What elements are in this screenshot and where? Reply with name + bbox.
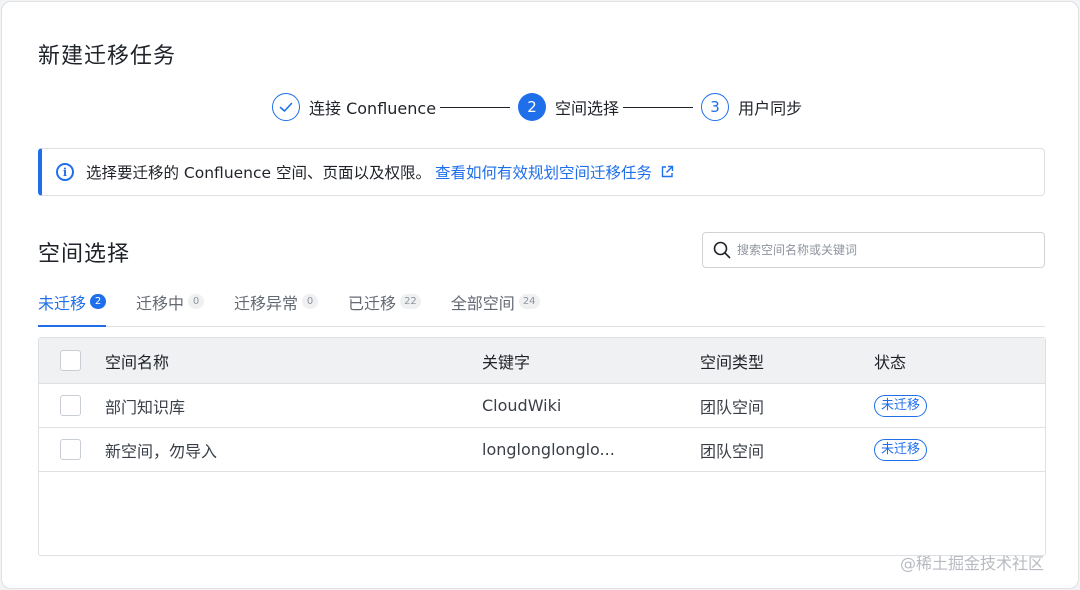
step-connector (623, 106, 694, 108)
external-link-icon[interactable] (660, 165, 674, 179)
help-link[interactable]: 查看如何有效规划空间迁移任务 (435, 161, 652, 183)
tab-label: 全部空间 (450, 294, 515, 313)
section-title: 空间选择 (38, 242, 131, 267)
check-icon (272, 93, 300, 121)
page-title: 新建迁移任务 (38, 44, 177, 69)
tab-migrating[interactable]: 迁移中 0 (136, 288, 205, 326)
step-label: 空间选择 (555, 99, 620, 118)
tab-label: 迁移异常 (234, 294, 299, 313)
step-user-sync[interactable]: 3 用户同步 (701, 93, 802, 121)
tab-migration-error[interactable]: 迁移异常 0 (234, 288, 319, 326)
step-label: 连接 Confluence (309, 99, 437, 118)
search-box[interactable] (702, 232, 1045, 268)
select-all-checkbox[interactable] (60, 350, 81, 371)
tab-label: 已迁移 (348, 294, 397, 313)
table-row[interactable]: 部门知识库 CloudWiki 团队空间 未迁移 (39, 384, 1045, 428)
column-header-status: 状态 (874, 352, 907, 372)
space-key: CloudWiki (482, 396, 562, 415)
tab-count-badge: 24 (518, 294, 540, 309)
table-row[interactable]: 新空间，勿导入 longlonglonglo... 团队空间 未迁移 (39, 428, 1045, 472)
tab-count-badge: 0 (188, 294, 205, 309)
tab-not-migrated[interactable]: 未迁移 2 (38, 288, 107, 327)
status-tabs: 未迁移 2 迁移中 0 迁移异常 0 已迁移 22 全部空间 24 (38, 288, 1045, 327)
step-space-select[interactable]: 2 空间选择 (518, 93, 619, 121)
tab-label: 迁移中 (136, 294, 185, 313)
migration-card: 新建迁移任务 连接 Confluence 2 空间选择 3 用户同步 i 选择要… (1, 1, 1079, 589)
space-name: 部门知识库 (105, 397, 186, 417)
space-key: longlonglonglo... (482, 440, 615, 459)
column-header-name: 空间名称 (105, 352, 170, 372)
stepper: 连接 Confluence 2 空间选择 3 用户同步 (272, 92, 802, 122)
tab-count-badge: 0 (302, 294, 319, 309)
tab-all-spaces[interactable]: 全部空间 24 (451, 288, 540, 326)
tab-count-badge: 2 (90, 294, 107, 309)
step-connect[interactable]: 连接 Confluence (272, 93, 436, 121)
row-checkbox[interactable] (60, 439, 81, 460)
status-badge: 未迁移 (874, 395, 928, 417)
status-badge: 未迁移 (874, 439, 928, 461)
space-type: 团队空间 (700, 441, 765, 461)
info-banner: i 选择要迁移的 Confluence 空间、页面以及权限。 查看如何有效规划空… (38, 148, 1045, 196)
space-type: 团队空间 (700, 397, 765, 417)
step-label: 用户同步 (738, 99, 803, 118)
step-number: 3 (701, 93, 730, 121)
column-header-type: 空间类型 (700, 352, 765, 372)
spaces-table: 空间名称 关键字 空间类型 状态 部门知识库 CloudWiki 团队空间 未迁… (38, 337, 1046, 556)
info-icon: i (56, 163, 74, 181)
column-header-key: 关键字 (482, 352, 531, 372)
banner-text: 选择要迁移的 Confluence 空间、页面以及权限。 (86, 164, 431, 182)
row-checkbox[interactable] (60, 395, 81, 416)
table-header: 空间名称 关键字 空间类型 状态 (39, 338, 1045, 384)
tab-label: 未迁移 (38, 294, 87, 313)
tab-count-badge: 22 (400, 294, 421, 309)
step-connector (440, 106, 511, 108)
space-name: 新空间，勿导入 (105, 441, 218, 461)
watermark: @稀土掘金技术社区 (900, 554, 1045, 573)
search-icon (713, 241, 731, 259)
tab-migrated[interactable]: 已迁移 22 (348, 288, 421, 326)
step-number: 2 (518, 93, 547, 121)
search-input[interactable] (737, 243, 1037, 257)
